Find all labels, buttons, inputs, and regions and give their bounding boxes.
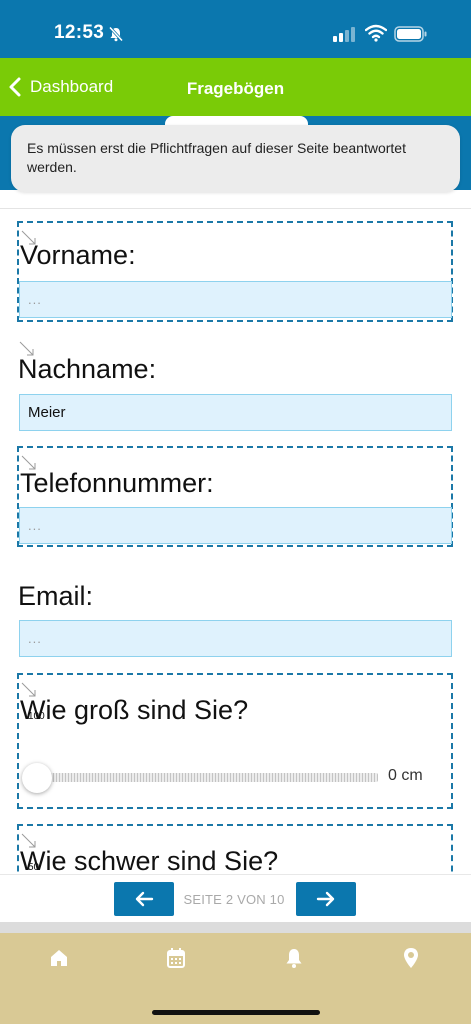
question-label-groesse: Wie groß sind Sie? [20, 695, 249, 725]
cellular-signal-icon [333, 27, 355, 42]
home-icon [51, 950, 67, 966]
nachname-input[interactable]: Meier [19, 394, 452, 431]
arrow-left-icon [135, 891, 154, 907]
question-label-vorname: Vorname: [20, 240, 136, 270]
status-time: 12:53 [54, 22, 105, 43]
next-page-button[interactable] [296, 882, 356, 916]
home-indicator [152, 1010, 320, 1015]
arrow-right-icon [316, 891, 335, 907]
height-slider-track[interactable] [47, 773, 378, 782]
height-slider-thumb[interactable] [22, 763, 52, 793]
bell-muted-icon [108, 26, 124, 42]
wifi-icon [365, 24, 387, 42]
status-bar: 12:53 [0, 0, 471, 58]
question-label-email: Email: [18, 581, 94, 611]
tab-notifications[interactable] [264, 947, 324, 977]
bell-icon [286, 949, 302, 968]
height-slider-value: 0 cm [388, 767, 423, 784]
required-question-frame [17, 673, 453, 809]
calendar-icon [167, 948, 185, 968]
vorname-input[interactable]: ... [19, 281, 452, 318]
nav-bar: Dashboard Fragebögen [0, 58, 471, 116]
battery-icon [394, 26, 427, 42]
chevron-left-icon [9, 77, 21, 97]
email-input[interactable]: ... [19, 620, 452, 657]
tab-home[interactable] [29, 947, 89, 977]
question-label-gewicht: Wie schwer sind Sie? [20, 846, 279, 874]
location-pin-icon [404, 948, 418, 968]
back-button[interactable]: Dashboard [8, 58, 113, 116]
telefon-input[interactable]: ... [19, 507, 452, 544]
question-label-nachname: Nachname: [18, 354, 157, 384]
validation-toast: Es müssen erst die Pflichtfragen auf die… [11, 125, 460, 192]
tab-bar-divider [0, 922, 471, 933]
header-strip-base [0, 190, 471, 208]
question-label-telefon: Telefonnummer: [20, 468, 214, 498]
tab-calendar[interactable] [146, 947, 206, 977]
previous-page-button[interactable] [114, 882, 174, 916]
tab-location[interactable] [381, 947, 441, 977]
back-label: Dashboard [30, 77, 114, 96]
page-indicator: SEITE 2 VON 10 [183, 892, 285, 907]
questionnaire-form[interactable]: Vorname: ... Nachname: Meier Telefonnumm… [0, 208, 471, 874]
pager: SEITE 2 VON 10 [0, 874, 471, 922]
